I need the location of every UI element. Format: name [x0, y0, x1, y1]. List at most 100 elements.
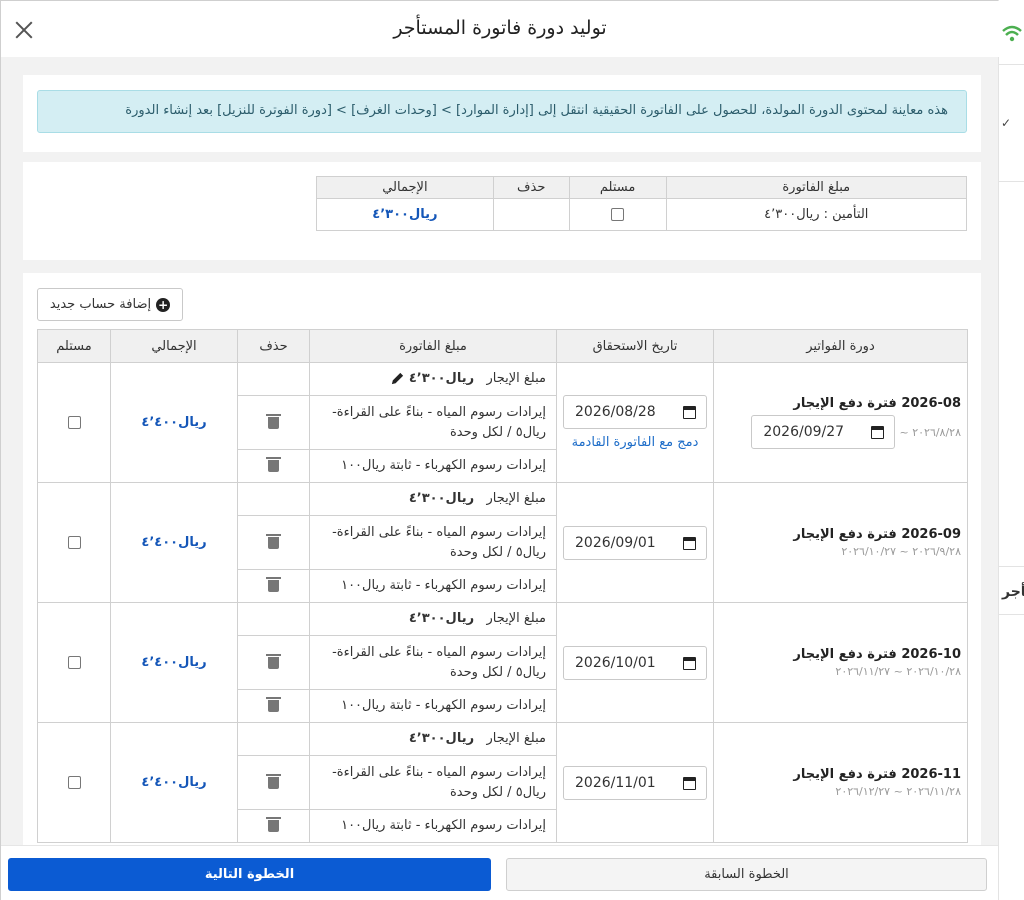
period-range: ٢٠٢٦/١٠/٢٨ ~ ٢٠٢٦/١١/٢٧	[835, 665, 961, 678]
received-checkbox-cell	[37, 362, 111, 483]
header-due-date: تاريخ الاستحقاق	[556, 329, 714, 363]
due-date-input[interactable]: 2026/11/01	[563, 765, 707, 800]
rent-label: مبلغ الإيجار	[486, 611, 546, 626]
electricity-fee-cell: إيرادات رسوم الكهرباء - ثابتة ريال١٠٠	[309, 569, 557, 603]
delete-cell	[237, 602, 310, 636]
period-title: 2026-10 فترة دفع الإيجار	[793, 647, 961, 662]
rent-amount-cell: مبلغ الإيجار ريال٤٬٣٠٠	[309, 482, 557, 516]
due-date-cell: 2026/08/28 دمج مع الفاتورة القادمة	[556, 362, 714, 483]
delete-cell	[237, 395, 310, 450]
deposit-table: مبلغ الفاتورة مستلم حذف الإجمالي التأمين…	[316, 176, 968, 231]
next-step-button[interactable]: الخطوة التالية	[8, 858, 491, 891]
due-date-input[interactable]: 2026/09/01	[563, 525, 707, 560]
trash-icon[interactable]	[266, 816, 281, 832]
delete-cell	[237, 635, 310, 690]
rent-amount: ريال٤٬٣٠٠	[408, 731, 475, 746]
due-date-value: 2026/11/01	[575, 774, 656, 791]
header-total: الإجمالي	[316, 176, 494, 199]
period-total: ريال٤٬٤٠٠	[110, 362, 238, 483]
period-cell: 2026-08 فترة دفع الإيجار ٢٠٢٦/٨/٢٨ ~ 202…	[713, 362, 968, 483]
add-account-label: إضافة حساب جديد	[49, 297, 152, 312]
period-range: ٢٠٢٦/٩/٢٨ ~ ٢٠٢٦/١٠/٢٧	[841, 545, 961, 558]
period-cell: 2026-10 فترة دفع الإيجار ٢٠٢٦/١٠/٢٨ ~ ٢٠…	[713, 602, 968, 723]
water-fee-cell: إيرادات رسوم المياه - بناءً على القراءة-…	[309, 395, 557, 450]
calendar-icon	[683, 536, 696, 550]
period-end-date-input[interactable]: 2026/09/27	[751, 415, 896, 449]
delete-cell	[237, 482, 310, 516]
header-delete: حذف	[237, 329, 310, 363]
period-title: 2026-08 فترة دفع الإيجار	[793, 396, 961, 411]
received-checkbox[interactable]	[67, 656, 81, 669]
delete-cell	[237, 362, 310, 396]
dialog-footer: الخطوة التالية الخطوة السابقة	[1, 845, 998, 900]
period-cell: 2026-11 فترة دفع الإيجار ٢٠٢٦/١١/٢٨ ~ ٢٠…	[713, 722, 968, 843]
table-row: 2026-10 فترة دفع الإيجار ٢٠٢٦/١٠/٢٨ ~ ٢٠…	[37, 602, 968, 723]
delete-cell	[237, 722, 310, 756]
header-bill-amount: مبلغ الفاتورة	[309, 329, 557, 363]
dialog-body[interactable]: هذه معاينة لمحتوى الدورة المولدة، للحصول…	[1, 57, 998, 845]
header-bill-amount: مبلغ الفاتورة	[665, 176, 968, 199]
delete-cell	[237, 755, 310, 810]
period-total: ريال٤٬٤٠٠	[110, 482, 238, 603]
table-row: 2026-11 فترة دفع الإيجار ٢٠٢٦/١١/٢٨ ~ ٢٠…	[37, 722, 968, 843]
generate-bill-cycle-dialog: توليد دورة فاتورة المستأجر هذه معاينة لم…	[0, 0, 999, 900]
dialog-header: توليد دورة فاتورة المستأجر	[1, 1, 999, 57]
dialog-title: توليد دورة فاتورة المستأجر	[393, 17, 607, 39]
electricity-fee-cell: إيرادات رسوم الكهرباء - ثابتة ريال١٠٠	[309, 689, 557, 723]
pencil-icon[interactable]	[390, 371, 405, 386]
header-delete: حذف	[492, 176, 570, 199]
due-date-value: 2026/09/01	[575, 534, 656, 551]
delete-cell	[237, 569, 310, 603]
info-alert: هذه معاينة لمحتوى الدورة المولدة، للحصول…	[37, 90, 967, 133]
delete-cell	[237, 809, 310, 843]
trash-icon[interactable]	[266, 533, 281, 549]
delete-cell	[237, 449, 310, 483]
delete-cell	[237, 515, 310, 570]
delete-cell	[237, 689, 310, 723]
add-account-button[interactable]: + إضافة حساب جديد	[37, 288, 183, 321]
table-row: 2026-08 فترة دفع الإيجار ٢٠٢٦/٨/٢٨ ~ 202…	[37, 362, 968, 483]
check-icon: ✓	[1001, 116, 1012, 130]
received-checkbox-cell	[37, 482, 111, 603]
trash-icon[interactable]	[266, 696, 281, 712]
rent-amount: ريال٤٬٣٠٠	[408, 611, 475, 626]
due-date-value: 2026/08/28	[575, 404, 656, 420]
background-label: تأجر	[1002, 584, 1024, 600]
electricity-fee-cell: إيرادات رسوم الكهرباء - ثابتة ريال١٠٠	[309, 809, 557, 843]
period-cell: 2026-09 فترة دفع الإيجار ٢٠٢٦/٩/٢٨ ~ ٢٠٢…	[713, 482, 968, 603]
calendar-icon	[871, 426, 885, 439]
rent-amount-cell: مبلغ الإيجار ريال٤٬٣٠٠	[309, 602, 557, 636]
background-panel	[998, 0, 1024, 900]
electricity-fee-cell: إيرادات رسوم الكهرباء - ثابتة ريال١٠٠	[309, 449, 557, 483]
rent-amount-cell: مبلغ الإيجار ريال٤٬٣٠٠	[309, 362, 557, 396]
trash-icon[interactable]	[266, 653, 281, 669]
due-date-cell: 2026/11/01	[556, 722, 714, 843]
water-fee-cell: إيرادات رسوم المياه - بناءً على القراءة-…	[309, 635, 557, 690]
merge-next-bill-link[interactable]: دمج مع الفاتورة القادمة	[557, 435, 713, 450]
calendar-icon	[683, 406, 696, 419]
table-row: 2026-09 فترة دفع الإيجار ٢٠٢٦/٩/٢٨ ~ ٢٠٢…	[37, 482, 968, 603]
table-row: التأمين : ريال٤٬٣٠٠ ريال٤٬٣٠٠	[316, 198, 968, 231]
received-checkbox[interactable]	[67, 776, 81, 789]
received-checkbox[interactable]	[611, 208, 625, 221]
received-checkbox[interactable]	[67, 416, 81, 429]
period-total: ريال٤٬٤٠٠	[110, 602, 238, 723]
rent-label: مبلغ الإيجار	[486, 491, 546, 506]
previous-step-button[interactable]: الخطوة السابقة	[506, 858, 987, 891]
period-total: ريال٤٬٤٠٠	[110, 722, 238, 843]
trash-icon[interactable]	[266, 773, 281, 789]
water-fee-cell: إيرادات رسوم المياه - بناءً على القراءة-…	[309, 755, 557, 810]
received-checkbox-cell	[37, 602, 111, 723]
water-fee-cell: إيرادات رسوم المياه - بناءً على القراءة-…	[309, 515, 557, 570]
received-checkbox-cell	[568, 198, 667, 231]
received-checkbox[interactable]	[67, 536, 81, 549]
rent-label: مبلغ الإيجار	[486, 371, 546, 386]
trash-icon[interactable]	[266, 576, 281, 592]
period-title: 2026-09 فترة دفع الإيجار	[793, 527, 961, 542]
trash-icon[interactable]	[266, 413, 281, 429]
trash-icon[interactable]	[266, 456, 281, 472]
due-date-input[interactable]: 2026/08/28	[563, 395, 707, 429]
calendar-icon	[683, 776, 696, 790]
due-date-input[interactable]: 2026/10/01	[563, 645, 707, 680]
due-date-value: 2026/10/01	[575, 654, 656, 671]
